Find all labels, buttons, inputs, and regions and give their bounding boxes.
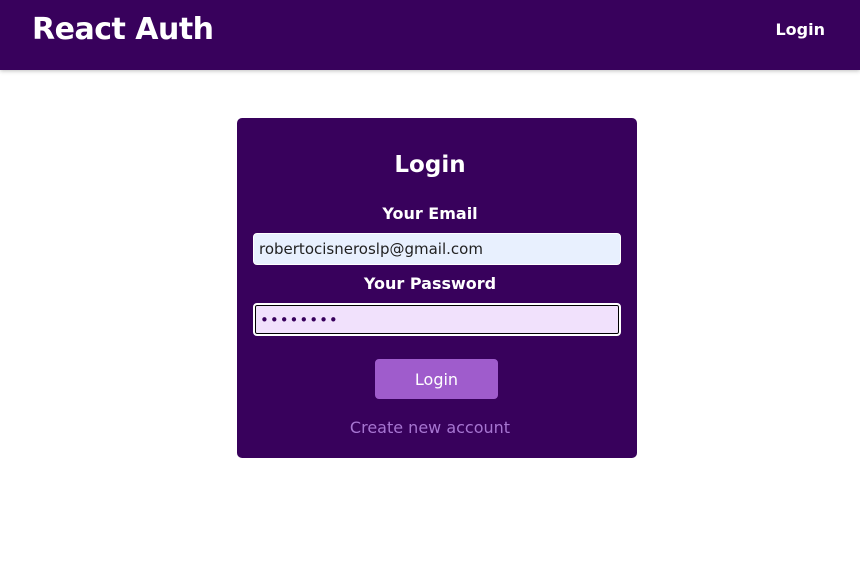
form-title: Login [394, 152, 466, 178]
app-logo[interactable]: React Auth [32, 12, 214, 47]
email-label: Your Email [382, 204, 478, 223]
create-account-link[interactable]: Create new account [0, 418, 860, 437]
password-label: Your Password [363, 274, 497, 293]
login-submit-button[interactable]: Login [375, 359, 498, 399]
main-header: React Auth Login [0, 0, 860, 70]
password-field[interactable] [253, 303, 621, 336]
email-field[interactable] [253, 233, 621, 265]
nav-login-link[interactable]: Login [775, 20, 825, 39]
